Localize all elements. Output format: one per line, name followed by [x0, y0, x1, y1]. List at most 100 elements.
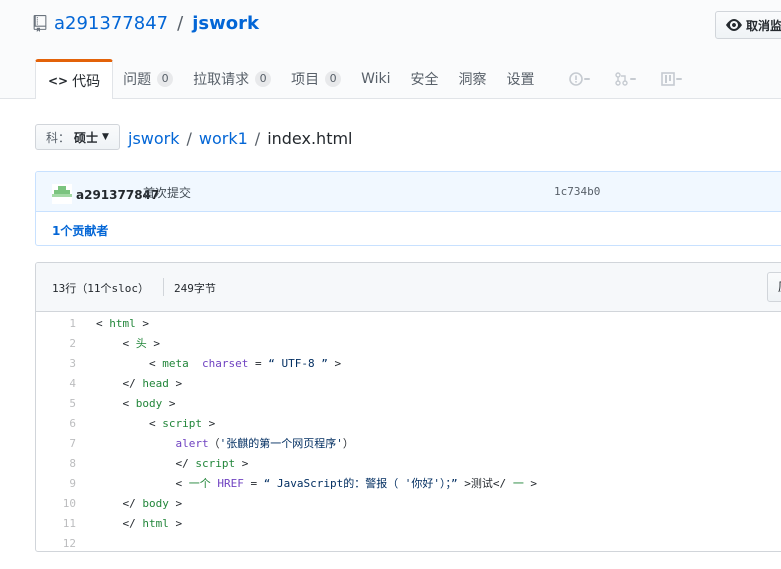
- raw-button[interactable]: 原: [767, 272, 781, 302]
- project-icon: [660, 72, 687, 86]
- line-number[interactable]: 8: [36, 457, 76, 470]
- code-token: </: [96, 376, 143, 390]
- tab-security-label: 安全: [410, 72, 439, 88]
- line-number[interactable]: 10: [36, 497, 76, 510]
- tab-wiki[interactable]: Wiki: [351, 59, 400, 99]
- code-line: 12: [36, 533, 781, 551]
- line-number[interactable]: 3: [36, 357, 76, 370]
- eye-icon: [726, 19, 742, 31]
- line-number[interactable]: 12: [36, 537, 76, 550]
- line-number[interactable]: 11: [36, 517, 76, 530]
- repo-owner-link[interactable]: a291377847: [54, 13, 168, 34]
- code-token: <: [96, 356, 163, 370]
- tab-issues[interactable]: 问题 0: [113, 59, 183, 99]
- tab-issue-shortcut[interactable]: [559, 59, 605, 99]
- tab-security[interactable]: 安全: [401, 59, 449, 99]
- line-number[interactable]: 6: [36, 417, 76, 430]
- tab-insights-label: 洞察: [458, 72, 487, 88]
- line-number[interactable]: 1: [36, 317, 76, 330]
- pull-requests-counter: 0: [255, 71, 272, 87]
- tab-projects[interactable]: 项目 0: [281, 59, 351, 99]
- code-token: 头: [135, 337, 147, 350]
- code-token: >: [168, 496, 183, 510]
- line-number[interactable]: 5: [36, 397, 76, 410]
- tab-pull-requests-label: 拉取请求: [193, 72, 250, 88]
- repo-title: a291377847 / jswork: [33, 13, 259, 34]
- line-content: < meta charset = “ UTF-8 ” >: [76, 357, 341, 370]
- code-token: meta: [162, 356, 189, 370]
- tab-code[interactable]: <> 代码: [35, 59, 114, 99]
- line-content: < html >: [76, 317, 149, 330]
- issue-opened-icon: [568, 72, 595, 86]
- repo-icon: [33, 15, 47, 32]
- code-token: >: [162, 396, 176, 410]
- tab-issues-label: 问题: [123, 72, 152, 88]
- code-line: 4 </ head >: [36, 373, 781, 393]
- tab-wiki-label: Wiki: [361, 71, 391, 87]
- code-line: 8 </ script >: [36, 453, 781, 473]
- commit-message-link[interactable]: 首次提交: [143, 184, 191, 201]
- code-token: </: [96, 496, 143, 510]
- code-line: 9 < 一个 HREF = “ JavaScript的：警报（ '你好'）；” …: [36, 473, 781, 493]
- code-token: html: [109, 316, 136, 330]
- avatar[interactable]: [52, 184, 72, 204]
- line-number[interactable]: 2: [36, 337, 76, 350]
- code-line: 3 < meta charset = “ UTF-8 ” >: [36, 353, 781, 373]
- code-line: 6 < script >: [36, 413, 781, 433]
- line-content: </ body >: [76, 497, 182, 510]
- line-number[interactable]: 9: [36, 477, 76, 490]
- code-token: >: [168, 516, 183, 530]
- commit-sha-link[interactable]: 1c734b0: [554, 185, 600, 198]
- code-token: >: [135, 316, 149, 330]
- unwatch-button[interactable]: 取消监: [715, 11, 781, 39]
- line-number[interactable]: 4: [36, 377, 76, 390]
- tab-insights[interactable]: 洞察: [449, 59, 497, 99]
- code-token: ）: [342, 437, 354, 450]
- breadcrumb-folder-link[interactable]: work1: [199, 129, 248, 148]
- breadcrumb-file-name: index.html: [267, 129, 353, 148]
- code-token: body: [135, 396, 163, 410]
- code-token: >: [146, 337, 160, 350]
- file-line-count: 13行（11个sloc）: [52, 282, 149, 295]
- code-token: script: [195, 456, 236, 470]
- line-content: alert（'张麒的第一个网页程序'）: [76, 435, 354, 451]
- file-size: 249字节: [174, 282, 216, 295]
- commit-tease: a291377847 首次提交 1c734b0 1个贡献者: [35, 171, 781, 246]
- repo-name-link[interactable]: jswork: [192, 13, 259, 34]
- line-content: < body >: [76, 396, 176, 410]
- code-token: HREF: [217, 477, 244, 490]
- file-info-divider: [163, 278, 164, 296]
- line-number[interactable]: 7: [36, 437, 76, 450]
- file-viewer: 13行（11个sloc） 249字节 原 1< html >2 < 头 >3 <…: [35, 262, 781, 552]
- contributors-link[interactable]: 1个贡献者: [52, 222, 108, 239]
- code-token: script: [162, 416, 202, 430]
- tab-settings[interactable]: 设置: [497, 59, 545, 99]
- code-token: >: [523, 477, 538, 490]
- code-token: </: [96, 456, 196, 470]
- commit-tease-header: a291377847 首次提交 1c734b0: [36, 172, 781, 212]
- code-token: >: [235, 456, 249, 470]
- tab-pr-shortcut[interactable]: [605, 59, 651, 99]
- unwatch-label: 取消监: [746, 18, 781, 33]
- code-token: （: [208, 437, 220, 450]
- code-token: body: [142, 496, 169, 510]
- line-content: < 头 >: [76, 335, 160, 351]
- repo-separator: /: [177, 13, 184, 34]
- branch-select-button[interactable]: 科： 硕士 ▼: [35, 124, 120, 150]
- code-token: <: [96, 337, 136, 350]
- code-token: <: [96, 396, 136, 410]
- breadcrumb-repo-link[interactable]: jswork: [128, 129, 180, 148]
- code-token: >: [327, 356, 342, 370]
- code-line: 5 < body >: [36, 393, 781, 413]
- code-token: <: [96, 316, 110, 330]
- tab-projects-shortcut[interactable]: [651, 59, 697, 99]
- code-token: '张麒的第一个网页程序': [219, 437, 343, 450]
- code-token: head: [142, 376, 169, 390]
- code-token: </: [96, 516, 143, 530]
- projects-counter: 0: [325, 71, 342, 87]
- branch-prefix: 科：: [46, 130, 71, 145]
- line-content: < script >: [76, 417, 215, 430]
- code-token: “ JavaScript的：警报（ '你好'）；”: [263, 477, 458, 490]
- tab-pull-requests[interactable]: 拉取请求 0: [183, 59, 281, 99]
